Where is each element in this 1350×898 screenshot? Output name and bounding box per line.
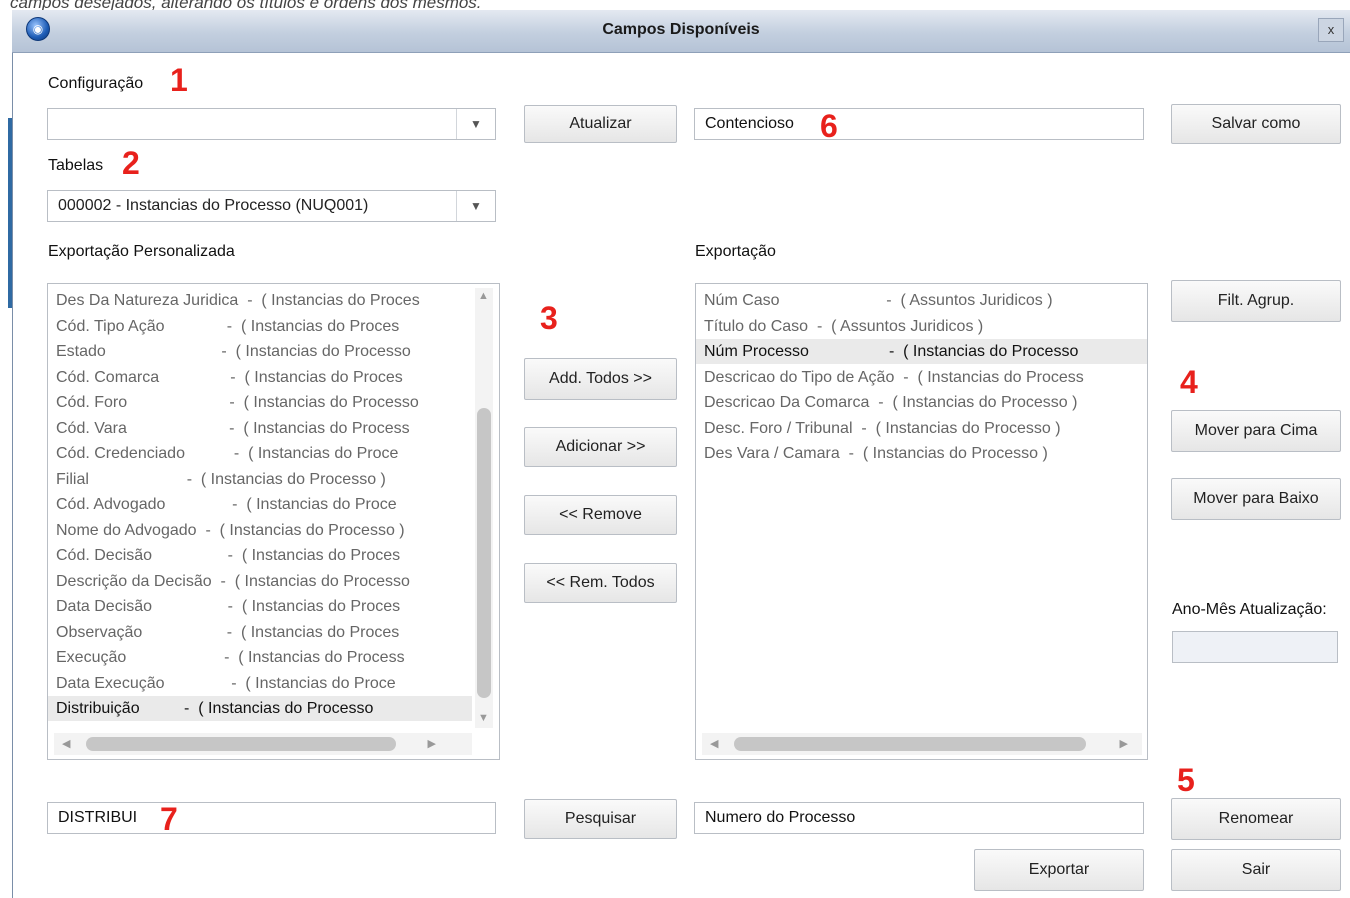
title-bar: ◉ Campos Disponíveis x <box>12 10 1350 53</box>
marker-5: 5 <box>1177 762 1195 798</box>
list-item[interactable]: Distribuição - ( Instancias do Processo <box>48 696 472 721</box>
configuracao-combo[interactable]: ▼ <box>47 108 496 140</box>
list-item[interactable]: Título do Caso - ( Assuntos Juridicos ) <box>704 314 983 339</box>
scroll-right-icon[interactable]: ▶ <box>428 737 436 750</box>
list-item[interactable]: Execução - ( Instancias do Process <box>56 645 405 670</box>
list-item[interactable]: Descricao do Tipo de Ação - ( Instancias… <box>704 365 1084 390</box>
close-button[interactable]: x <box>1318 18 1344 42</box>
search-field[interactable]: DISTRIBUI <box>47 802 496 834</box>
list-item[interactable]: Data Decisão - ( Instancias do Proces <box>56 594 400 619</box>
scroll-down-icon[interactable]: ▼ <box>478 712 489 724</box>
chevron-down-icon[interactable]: ▼ <box>456 109 495 139</box>
tabelas-combo[interactable]: 000002 - Instancias do Processo (NUQ001)… <box>47 190 496 222</box>
scroll-left-icon[interactable]: ◀ <box>710 737 718 750</box>
tabelas-value: 000002 - Instancias do Processo (NUQ001) <box>58 197 369 214</box>
background-edge <box>0 8 12 898</box>
scroll-left-icon[interactable]: ◀ <box>62 737 70 750</box>
list-item[interactable]: Cód. Foro - ( Instancias do Processo <box>56 390 419 415</box>
salvar-como-button[interactable]: Salvar como <box>1171 104 1341 144</box>
pesquisar-button[interactable]: Pesquisar <box>524 799 677 839</box>
list-item[interactable]: Cód. Decisão - ( Instancias do Proces <box>56 543 400 568</box>
ano-mes-label: Ano-Mês Atualização: <box>1172 601 1327 618</box>
right-horizontal-scrollbar[interactable]: ◀ ▶ <box>702 733 1142 755</box>
ano-mes-field[interactable] <box>1172 631 1338 663</box>
rem-todos-button[interactable]: << Rem. Todos <box>524 563 677 603</box>
right-hscroll-thumb[interactable] <box>734 737 1086 751</box>
atualizar-button[interactable]: Atualizar <box>524 105 677 143</box>
sair-button[interactable]: Sair <box>1171 849 1341 891</box>
marker-6: 6 <box>820 108 838 144</box>
list-item[interactable]: Des Vara / Camara - ( Instancias do Proc… <box>704 441 1048 466</box>
left-list-label: Exportação Personalizada <box>48 243 235 260</box>
window-title: Campos Disponíveis <box>602 21 760 38</box>
left-horizontal-scrollbar[interactable]: ◀ ▶ <box>54 733 472 755</box>
tabelas-label: Tabelas <box>48 157 104 174</box>
right-fields-list[interactable]: Núm Caso - ( Assuntos Juridicos ) Título … <box>695 283 1148 760</box>
adicionar-button[interactable]: Adicionar >> <box>524 427 677 467</box>
left-vertical-scrollbar[interactable]: ▲ ▼ <box>475 288 493 728</box>
list-item[interactable]: Estado - ( Instancias do Processo <box>56 339 411 364</box>
exportar-button[interactable]: Exportar <box>974 849 1144 891</box>
right-list-label: Exportação <box>695 243 776 260</box>
filt-agrup-button[interactable]: Filt. Agrup. <box>1171 280 1341 322</box>
marker-1: 1 <box>170 62 188 98</box>
list-item[interactable]: Cód. Credenciado - ( Instancias do Proce <box>56 441 398 466</box>
list-item[interactable]: Desc. Foro / Tribunal - ( Instancias do … <box>704 416 1061 441</box>
list-item[interactable]: Descrição da Decisão - ( Instancias do P… <box>56 569 410 594</box>
left-fields-list[interactable]: Des Da Natureza Juridica - ( Instancias … <box>47 283 500 760</box>
list-item[interactable]: Nome do Advogado - ( Instancias do Proce… <box>56 518 405 543</box>
renomear-button[interactable]: Renomear <box>1171 798 1341 840</box>
left-vscroll-thumb[interactable] <box>477 408 491 698</box>
list-item[interactable]: Núm Processo - ( Instancias do Processo <box>696 339 1147 364</box>
list-item[interactable]: Filial - ( Instancias do Processo ) <box>56 467 386 492</box>
list-item[interactable]: Data Execução - ( Instancias do Proce <box>56 671 396 696</box>
scroll-up-icon[interactable]: ▲ <box>478 290 489 302</box>
mover-baixo-button[interactable]: Mover para Baixo <box>1171 478 1341 520</box>
list-item[interactable]: Núm Caso - ( Assuntos Juridicos ) <box>704 288 1053 313</box>
scroll-right-icon[interactable]: ▶ <box>1120 737 1128 750</box>
list-item[interactable]: Observação - ( Instancias do Proces <box>56 620 399 645</box>
mover-cima-button[interactable]: Mover para Cima <box>1171 410 1341 452</box>
marker-3: 3 <box>540 300 558 336</box>
list-item[interactable]: Descricao Da Comarca - ( Instancias do P… <box>704 390 1077 415</box>
export-name-field[interactable]: Contencioso <box>694 108 1144 140</box>
list-item[interactable]: Cód. Comarca - ( Instancias do Proces <box>56 365 403 390</box>
remove-button[interactable]: << Remove <box>524 495 677 535</box>
marker-7: 7 <box>160 801 178 837</box>
marker-4: 4 <box>1180 364 1198 400</box>
list-item[interactable]: Cód. Advogado - ( Instancias do Proce <box>56 492 397 517</box>
list-item[interactable]: Des Da Natureza Juridica - ( Instancias … <box>56 288 420 313</box>
rename-field[interactable]: Numero do Processo <box>694 802 1144 834</box>
left-hscroll-thumb[interactable] <box>86 737 396 751</box>
marker-2: 2 <box>122 145 140 181</box>
list-item[interactable]: Cód. Tipo Ação - ( Instancias do Proces <box>56 314 399 339</box>
add-todos-button[interactable]: Add. Todos >> <box>524 358 677 400</box>
chevron-down-icon[interactable]: ▼ <box>456 191 495 221</box>
configuracao-label: Configuração <box>48 75 144 92</box>
list-item[interactable]: Cód. Vara - ( Instancias do Process <box>56 416 410 441</box>
